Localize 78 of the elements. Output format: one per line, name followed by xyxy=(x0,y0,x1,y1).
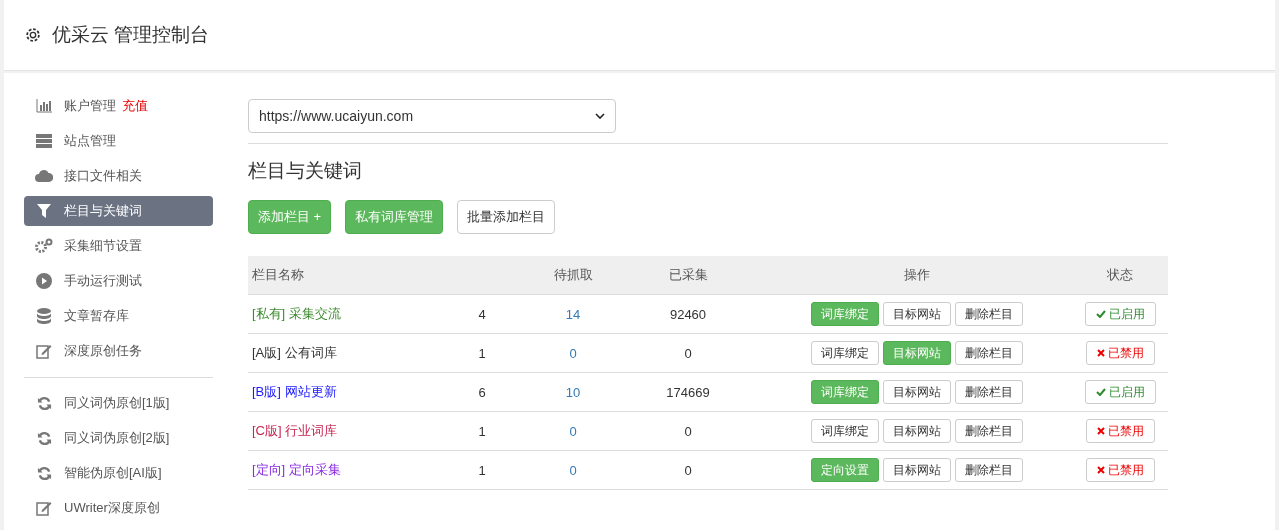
table-cell: 6 xyxy=(478,384,486,400)
status-button[interactable]: 已禁用 xyxy=(1085,458,1155,482)
category-name: [C版] 行业词库 xyxy=(252,422,338,440)
table-cell: 0 xyxy=(684,423,692,439)
table-cell: 92460 xyxy=(669,306,707,322)
sidebar-item[interactable]: 文章暂存库 xyxy=(24,301,213,331)
row-action-button[interactable]: 删除栏目 xyxy=(955,419,1023,443)
close-icon xyxy=(1096,349,1105,357)
settings-icon xyxy=(24,26,42,44)
table-cell: 4 xyxy=(478,306,486,322)
sidebar-item[interactable]: 手动运行测试 xyxy=(24,266,213,296)
refresh-icon xyxy=(36,395,52,411)
play-icon xyxy=(36,273,52,289)
section-title: 栏目与关键词 xyxy=(248,159,363,183)
console-title: 优采云 管理控制台 xyxy=(52,23,210,47)
table-cell: 0 xyxy=(569,423,577,439)
column-header: 已采集 xyxy=(668,266,708,284)
gears-icon xyxy=(35,238,53,254)
item-label: 账户管理 xyxy=(64,97,116,115)
row-action-button[interactable]: 词库绑定 xyxy=(811,341,879,365)
status-button[interactable]: 已禁用 xyxy=(1085,341,1155,365)
close-icon xyxy=(1096,427,1105,435)
table-cell: 0 xyxy=(569,345,577,361)
row-action-button[interactable]: 删除栏目 xyxy=(955,458,1023,482)
recharge-link[interactable]: 充值 xyxy=(122,97,148,115)
bar-chart-icon xyxy=(36,99,52,113)
row-action-button[interactable]: 删除栏目 xyxy=(955,302,1023,326)
sidebar-item[interactable]: 账户管理 充值 xyxy=(24,91,213,121)
action-button[interactable]: 批量添加栏目 xyxy=(457,200,556,234)
sidebar-item[interactable]: 智能伪原创[AI版] xyxy=(24,458,213,488)
table-cell: 0 xyxy=(684,345,692,361)
table-cell: 14 xyxy=(565,306,581,322)
row-action-button[interactable]: 删除栏目 xyxy=(955,341,1023,365)
row-action-button[interactable]: 目标网站 xyxy=(883,419,951,443)
check-icon xyxy=(1095,310,1106,318)
category-name: [A版] 公有词库 xyxy=(252,344,337,362)
sidebar-item[interactable]: 同义词伪原创[1版] xyxy=(24,388,213,418)
table-cell: 1 xyxy=(478,345,486,361)
table-cell: 174669 xyxy=(666,384,710,400)
refresh-icon xyxy=(36,465,52,481)
row-action-button[interactable]: 目标网站 xyxy=(883,458,951,482)
table-cell: 10 xyxy=(565,384,581,400)
category-name: [B版] 网站更新 xyxy=(252,383,337,401)
edit-icon xyxy=(36,500,52,516)
sidebar-item[interactable]: 深度原创任务 xyxy=(24,336,213,366)
sidebar-item[interactable]: 栏目与关键词 xyxy=(24,196,213,226)
chevron-down-icon xyxy=(595,113,605,119)
category-name: [私有] 采集交流 xyxy=(252,305,341,323)
column-header: 栏目名称 xyxy=(252,266,304,284)
sidebar-item[interactable]: 站点管理 xyxy=(24,126,213,156)
row-action-button[interactable]: 目标网站 xyxy=(883,380,951,404)
row-action-button[interactable]: 词库绑定 xyxy=(811,419,879,443)
row-action-button[interactable]: 目标网站 xyxy=(883,302,951,326)
table-cell: 0 xyxy=(569,462,577,478)
status-button[interactable]: 已禁用 xyxy=(1085,419,1155,443)
close-icon xyxy=(1096,466,1105,474)
column-header: 状态 xyxy=(1107,266,1133,284)
status-button[interactable]: 已启用 xyxy=(1084,380,1156,404)
column-header: 待抓取 xyxy=(553,266,593,284)
sidebar-item[interactable]: 接口文件相关 xyxy=(24,161,213,191)
filter-icon xyxy=(37,204,51,218)
sidebar-item[interactable]: 采集细节设置 xyxy=(24,231,213,261)
table-cell: 0 xyxy=(684,462,692,478)
site-select[interactable]: https://www.ucaiyun.com xyxy=(248,99,616,133)
sidebar-item[interactable]: 同义词伪原创[2版] xyxy=(24,423,213,453)
row-action-button[interactable]: 删除栏目 xyxy=(955,380,1023,404)
cloud-upload-icon xyxy=(35,169,53,183)
category-name: [定向] 定向采集 xyxy=(252,461,341,479)
status-button[interactable]: 已启用 xyxy=(1084,302,1156,326)
check-icon xyxy=(1095,388,1106,396)
server-icon xyxy=(36,134,52,148)
refresh-icon xyxy=(36,430,52,446)
column-header: 操作 xyxy=(904,266,930,284)
database-icon xyxy=(37,308,51,324)
table-cell: 1 xyxy=(478,462,486,478)
table-cell: 1 xyxy=(478,423,486,439)
edit-icon xyxy=(36,343,52,359)
sidebar-item[interactable]: UWriter深度原创 xyxy=(24,493,213,523)
